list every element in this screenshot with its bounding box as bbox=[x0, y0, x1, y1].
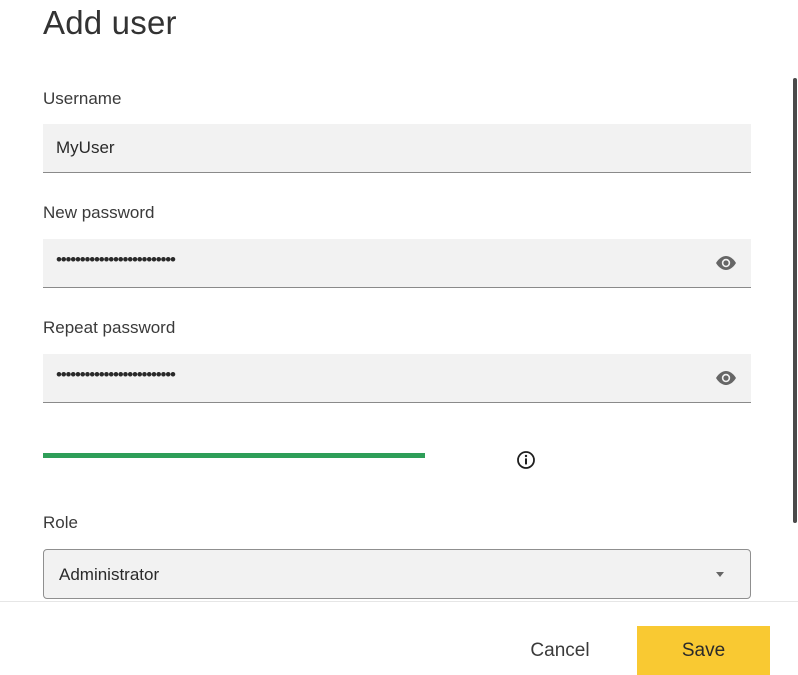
password-strength-bar bbox=[43, 453, 425, 458]
role-selected-value[interactable]: Administrator bbox=[59, 565, 159, 585]
username-value[interactable]: MyUser bbox=[56, 138, 115, 158]
scrollbar[interactable] bbox=[793, 78, 797, 523]
new-password-value[interactable]: ••••••••••••••••••••••••• bbox=[56, 250, 176, 270]
cancel-button[interactable]: Cancel bbox=[506, 626, 614, 675]
repeat-password-field[interactable]: ••••••••••••••••••••••••• bbox=[43, 354, 751, 403]
role-select[interactable]: Administrator bbox=[43, 549, 751, 599]
save-button[interactable]: Save bbox=[637, 626, 770, 675]
username-field[interactable]: MyUser bbox=[43, 124, 751, 173]
eye-icon[interactable] bbox=[715, 255, 737, 271]
info-icon[interactable] bbox=[516, 450, 536, 470]
username-label: Username bbox=[43, 89, 122, 108]
add-user-dialog: Add user Username MyUser New password ••… bbox=[0, 0, 798, 675]
new-password-label: New password bbox=[43, 203, 155, 222]
role-label: Role bbox=[43, 513, 78, 532]
chevron-down-icon[interactable] bbox=[716, 572, 724, 577]
eye-icon[interactable] bbox=[715, 370, 737, 386]
dialog-title: Add user bbox=[43, 4, 177, 41]
repeat-password-label: Repeat password bbox=[43, 318, 176, 337]
footer-divider bbox=[0, 601, 798, 602]
new-password-field[interactable]: ••••••••••••••••••••••••• bbox=[43, 239, 751, 288]
repeat-password-value[interactable]: ••••••••••••••••••••••••• bbox=[56, 365, 176, 385]
